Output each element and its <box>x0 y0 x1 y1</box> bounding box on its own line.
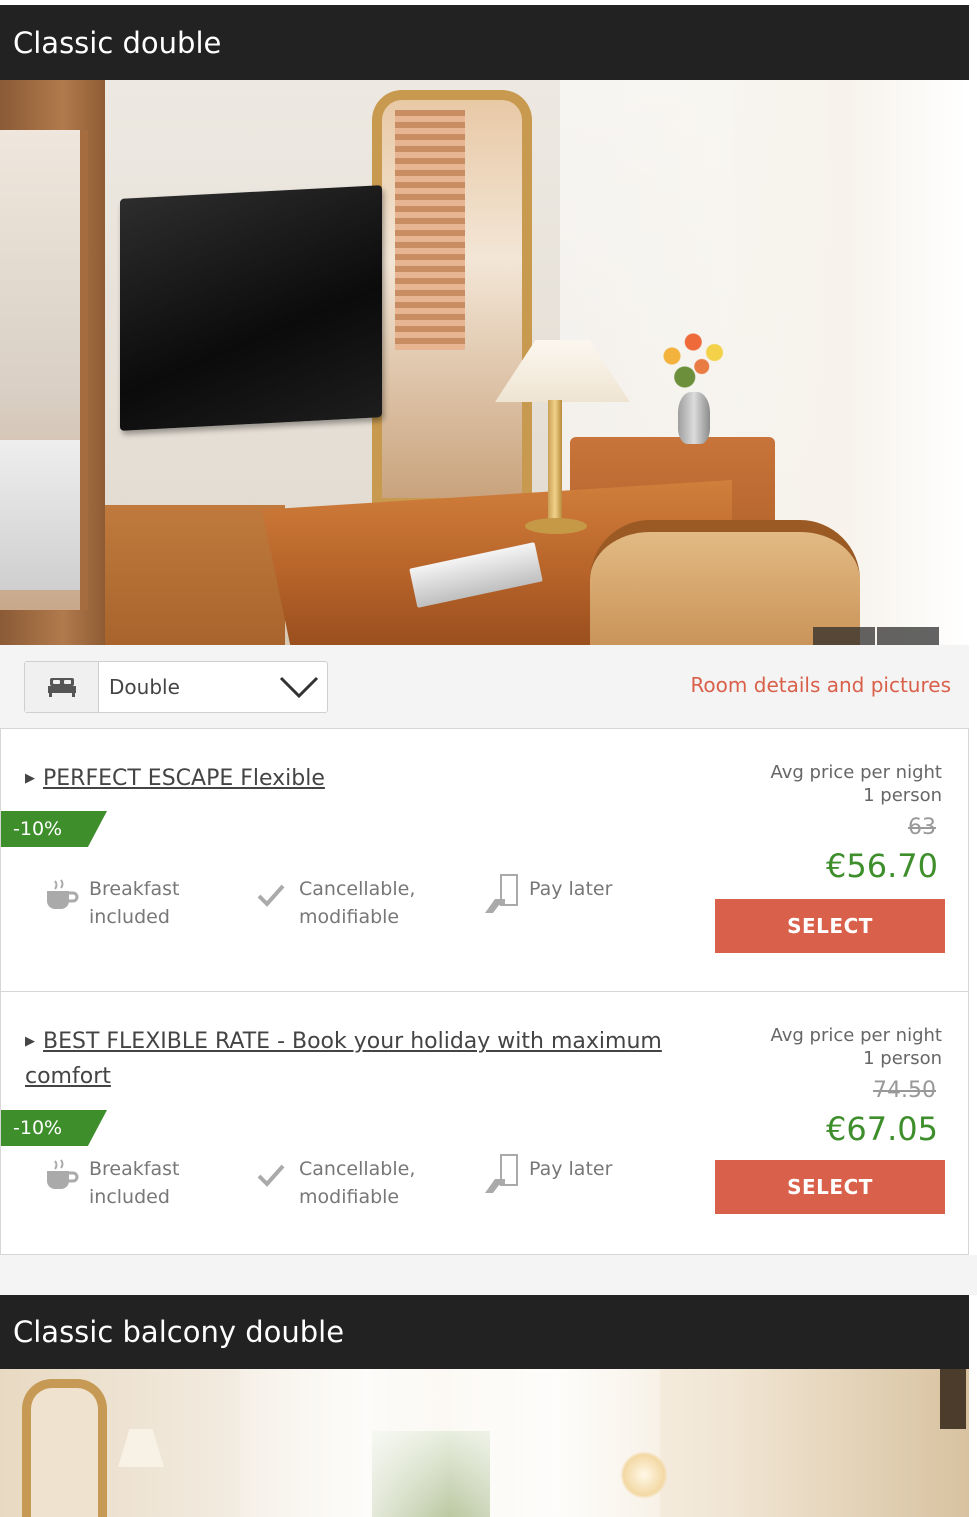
pay-later-icon <box>481 874 521 915</box>
pay-later-icon <box>481 1154 521 1195</box>
discounted-price: €56.70 <box>826 847 938 885</box>
rate-name-text: BEST FLEXIBLE RATE - Book your holiday w… <box>25 1029 662 1089</box>
room-card-classic-balcony-double: Classic balcony double <box>0 1295 969 1517</box>
select-rate-button[interactable]: SELECT <box>715 1160 945 1214</box>
room-title: Classic balcony double <box>0 1295 969 1369</box>
feature-pay-later: Pay later <box>481 1154 613 1195</box>
photo-shutter <box>395 110 465 350</box>
photo-picture-frame <box>940 1369 966 1429</box>
photo-lamp-base <box>525 518 587 534</box>
checkmark-icon <box>251 1155 291 1195</box>
room-card-classic-double: Classic double ‹ › <box>0 5 969 729</box>
feature-pay-later-label: Pay later <box>529 1158 613 1180</box>
feature-breakfast: Breakfast included <box>41 875 179 931</box>
photo-bed <box>0 440 80 590</box>
coffee-cup-icon <box>41 1155 81 1195</box>
expand-triangle-icon: ▶ <box>25 771 35 786</box>
photo-vase <box>678 392 710 444</box>
room-title: Classic double <box>0 5 969 80</box>
discounted-price: €67.05 <box>826 1110 938 1148</box>
room-photo-carousel[interactable] <box>0 1369 969 1517</box>
feature-cancellable: Cancellable, modifiable <box>251 875 415 931</box>
feature-cancellable: Cancellable, modifiable <box>251 1155 415 1211</box>
feature-breakfast: Breakfast included <box>41 1155 179 1211</box>
persons-text: 1 person <box>863 785 942 806</box>
photo-flowers <box>655 328 740 398</box>
room-details-link[interactable]: Room details and pictures <box>690 673 951 697</box>
feature-cancellable-label: Cancellable, modifiable <box>299 1158 416 1208</box>
checkmark-icon <box>251 875 291 915</box>
section-divider <box>0 1255 977 1295</box>
carousel-next-button[interactable]: › <box>877 627 939 645</box>
bed-type-select[interactable]: Double <box>24 661 328 713</box>
feature-pay-later: Pay later <box>481 874 613 915</box>
photo-mirror <box>22 1379 107 1517</box>
carousel-prev-button[interactable]: ‹ <box>813 627 875 645</box>
feature-breakfast-label: Breakfast included <box>89 878 180 928</box>
bed-type-value: Double <box>109 675 180 699</box>
photo-lamp <box>118 1429 164 1467</box>
original-price: 74.50 <box>873 1078 936 1103</box>
rate-name-link[interactable]: ▶ BEST FLEXIBLE RATE - Book your holiday … <box>25 1024 705 1094</box>
photo-lamp-stem <box>548 400 562 525</box>
avg-price-text: Avg price per night <box>770 1025 942 1046</box>
rate-name-text: PERFECT ESCAPE Flexible <box>43 766 325 791</box>
select-rate-button[interactable]: SELECT <box>715 899 945 953</box>
bed-icon <box>25 662 99 712</box>
expand-triangle-icon: ▶ <box>25 1034 35 1049</box>
feature-breakfast-label: Breakfast included <box>89 1158 180 1208</box>
rate-row: ▶ PERFECT ESCAPE Flexible -10% Breakfast … <box>0 729 969 992</box>
original-price: 63 <box>908 815 936 840</box>
rate-row: ▶ BEST FLEXIBLE RATE - Book your holiday … <box>0 992 969 1255</box>
photo-curtain <box>240 1369 660 1517</box>
avg-price-text: Avg price per night <box>770 762 942 783</box>
persons-text: 1 person <box>863 1048 942 1069</box>
discount-badge: -10% <box>1 811 107 847</box>
feature-cancellable-label: Cancellable, modifiable <box>299 878 416 928</box>
photo-wainscot <box>105 505 285 645</box>
avg-price-label: Avg price per night 1 person <box>770 1024 942 1070</box>
room-photo-carousel[interactable]: ‹ › <box>0 80 969 645</box>
room-options-bar: Double Room details and pictures <box>0 645 969 729</box>
coffee-cup-icon <box>41 875 81 915</box>
chevron-down-icon <box>271 662 327 712</box>
room-title-text: Classic double <box>13 25 222 60</box>
avg-price-label: Avg price per night 1 person <box>770 761 942 807</box>
room-title-text: Classic balcony double <box>13 1315 345 1349</box>
discount-badge: -10% <box>1 1110 107 1146</box>
feature-pay-later-label: Pay later <box>529 878 613 900</box>
photo-lamp-glow <box>620 1451 668 1499</box>
photo-tv <box>120 185 382 431</box>
rate-name-link[interactable]: ▶ PERFECT ESCAPE Flexible <box>25 761 705 796</box>
